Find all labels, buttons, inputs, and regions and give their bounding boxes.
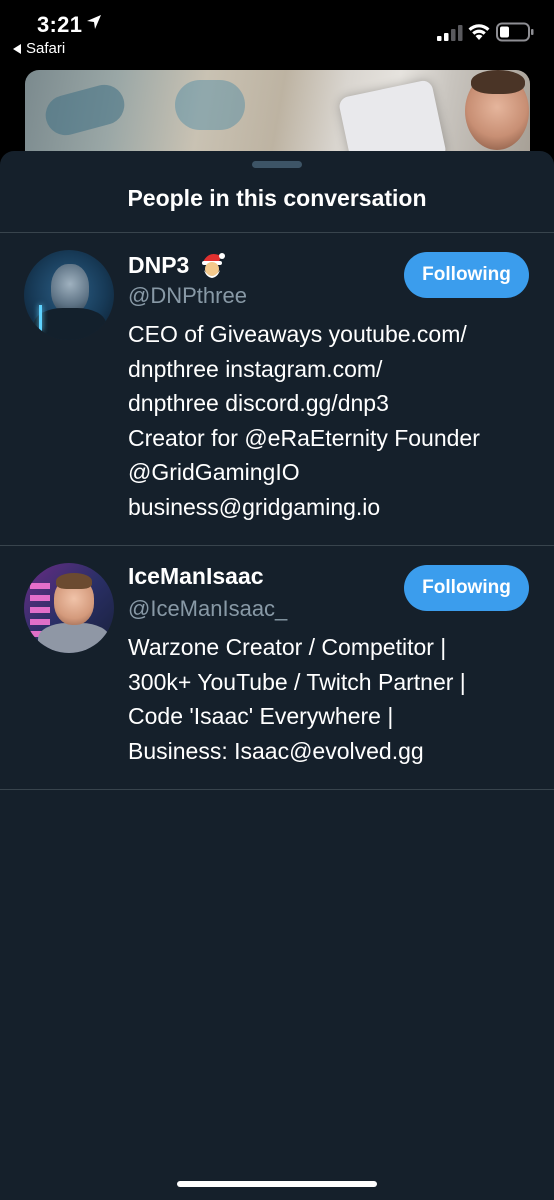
avatar[interactable] [24, 250, 114, 340]
location-arrow-icon [87, 15, 101, 29]
back-to-app-button[interactable]: Safari [13, 40, 65, 57]
sheet-title: People in this conversation [127, 185, 427, 211]
home-indicator[interactable] [177, 1181, 377, 1187]
person-name: DNP3 [128, 250, 227, 280]
display-name: DNP3 [128, 251, 190, 278]
person-bio: CEO of Giveaways youtube.com/ dnpthree i… [128, 321, 480, 520]
back-caret-icon [13, 43, 21, 54]
status-time: 3:21 [37, 12, 83, 37]
following-button[interactable]: Following [404, 252, 529, 298]
person-row-dnp3[interactable]: DNP3 @DNPthree CEO of Giveaways youtube.… [0, 233, 554, 545]
following-button[interactable]: Following [404, 565, 529, 611]
screen: 3:21 Safari People in this conversation … [0, 0, 554, 1200]
status-bar: 3:21 Safari [0, 0, 554, 70]
battery-icon [496, 22, 534, 42]
divider [0, 789, 554, 790]
people-sheet: People in this conversation DNP3 @DNPthr… [0, 151, 554, 1200]
back-app-label: Safari [26, 40, 66, 57]
signal-icon [437, 25, 463, 41]
person-handle: @IceManIsaac_ [128, 596, 288, 621]
avatar[interactable] [24, 563, 114, 653]
person-bio: Warzone Creator / Competitor | 300k+ You… [128, 634, 466, 764]
person-row-icemanisaac[interactable]: IceManIsaac @IceManIsaac_ Warzone Creato… [0, 546, 554, 789]
sheet-grabber-handle[interactable] [252, 161, 302, 168]
person-handle: @DNPthree [128, 283, 247, 308]
wifi-icon [468, 24, 490, 40]
display-name: IceManIsaac [128, 563, 264, 589]
person-name: IceManIsaac [128, 563, 264, 590]
santa-emoji-icon [202, 253, 226, 278]
